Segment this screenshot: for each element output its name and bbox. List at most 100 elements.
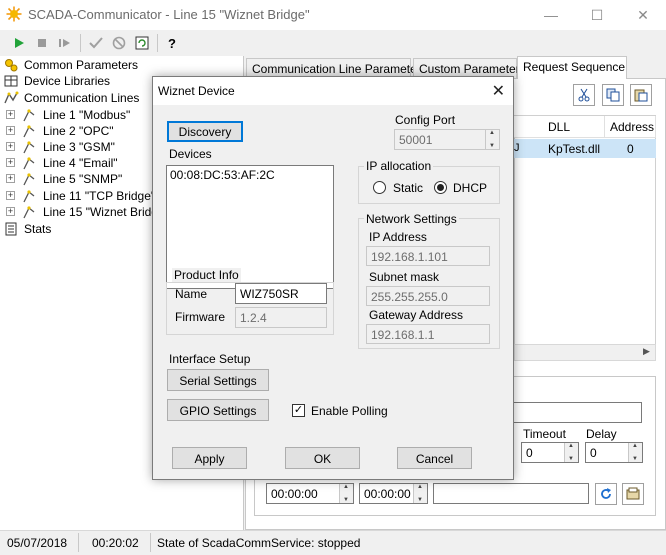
scissors-icon: [578, 88, 590, 102]
line-icon: [22, 156, 36, 170]
dialog-title: Wiznet Device: [158, 84, 235, 98]
status-separator: [78, 533, 79, 552]
apply-button[interactable]: Apply: [172, 447, 247, 469]
paste-icon: [634, 89, 648, 102]
start-time-input[interactable]: 00:00:00: [266, 483, 354, 504]
check-icon: [89, 37, 103, 49]
grid-cell-fragment: J: [514, 142, 520, 154]
subnet-mask-field: 255.255.255.0: [366, 286, 490, 306]
start-button[interactable]: [10, 34, 28, 52]
delay-label: Delay: [586, 427, 617, 441]
line-icon: [22, 189, 36, 203]
properties-icon: [626, 487, 640, 500]
grid-horizontal-scrollbar[interactable]: [514, 344, 656, 361]
start-time-spinner[interactable]: [339, 484, 353, 503]
config-port-label: Config Port: [395, 113, 456, 127]
timeout-input[interactable]: 0: [521, 442, 579, 463]
grid-cell-dll: KpTest.dll: [548, 142, 601, 156]
maximize-button[interactable]: ☐: [574, 0, 620, 30]
gpio-settings-button[interactable]: GPIO Settings: [167, 399, 269, 421]
name-label: Name: [175, 287, 208, 301]
ip-allocation-title: IP allocation: [364, 159, 434, 173]
end-time-spinner[interactable]: [413, 484, 427, 503]
expand-icon[interactable]: +: [6, 174, 15, 183]
expand-icon[interactable]: +: [6, 126, 15, 135]
enable-polling-label: Enable Polling: [311, 404, 388, 418]
grid-cell-address: 0: [627, 142, 634, 156]
expand-icon[interactable]: +: [6, 207, 15, 216]
app-sun-icon: [6, 6, 22, 22]
gears-icon: [4, 58, 18, 72]
subnet-mask-label: Subnet mask: [369, 270, 440, 284]
library-icon: [4, 74, 18, 88]
minimize-button[interactable]: —: [528, 0, 574, 30]
config-port-input[interactable]: 50001: [394, 129, 500, 150]
ok-button[interactable]: OK: [285, 447, 360, 469]
wiznet-device-dialog: Wiznet Device ✕ Discovery Devices 00:08:…: [152, 76, 514, 480]
tree-item-common-parameters[interactable]: Common Parameters: [0, 57, 244, 73]
line-icon: [22, 124, 36, 138]
firmware-label: Firmware: [175, 310, 225, 324]
config-port-spinner[interactable]: [485, 130, 499, 149]
interface-setup-label: Interface Setup: [169, 352, 251, 366]
request-name-field[interactable]: [510, 402, 642, 423]
refresh-button[interactable]: [133, 34, 151, 52]
devices-label: Devices: [169, 147, 212, 161]
dhcp-label: DHCP: [453, 181, 488, 195]
expand-icon[interactable]: +: [6, 158, 15, 167]
cut-button[interactable]: [573, 84, 595, 106]
toolbar-separator: [80, 34, 81, 52]
expand-icon[interactable]: +: [6, 191, 15, 200]
end-time-input[interactable]: 00:00:00: [359, 483, 428, 504]
toolbar-separator: [157, 34, 158, 52]
status-message: State of ScadaCommService: stopped: [157, 536, 361, 550]
line-icon: [22, 205, 36, 219]
tab-request-sequence[interactable]: Request Sequence: [517, 56, 627, 79]
grid-header-address: Address: [605, 116, 656, 138]
delay-input[interactable]: 0: [585, 442, 643, 463]
static-radio[interactable]: [373, 181, 386, 194]
apply-changes-button[interactable]: [87, 34, 105, 52]
timeout-label: Timeout: [523, 427, 566, 441]
dialog-close-button[interactable]: ✕: [492, 81, 505, 101]
product-info-title: Product Info: [172, 268, 241, 282]
gateway-field: 192.168.1.1: [366, 324, 490, 344]
refresh-icon: [135, 36, 149, 50]
serial-settings-button[interactable]: Serial Settings: [167, 369, 269, 391]
restart-button[interactable]: [56, 34, 74, 52]
scroll-right-icon[interactable]: ▶: [643, 346, 650, 357]
cancel-button[interactable]: Cancel: [397, 447, 472, 469]
stats-icon: [4, 222, 18, 236]
copy-icon: [606, 88, 620, 102]
tab-custom-parameters[interactable]: Custom Parameters: [413, 58, 526, 78]
paste-button[interactable]: [630, 84, 652, 106]
ip-address-label: IP Address: [369, 230, 427, 244]
delay-spinner[interactable]: [628, 443, 642, 462]
cancel-changes-button[interactable]: [110, 34, 128, 52]
reload-icon: [601, 488, 611, 499]
list-item[interactable]: 00:08:DC:53:AF:2C: [170, 168, 275, 182]
discovery-button[interactable]: Discovery: [167, 121, 243, 142]
dhcp-radio[interactable]: [434, 181, 447, 194]
step-icon: [59, 39, 70, 47]
line-icon: [22, 140, 36, 154]
expand-icon[interactable]: +: [6, 142, 15, 151]
command-field[interactable]: [433, 483, 589, 504]
reset-button[interactable]: [595, 483, 617, 505]
help-button[interactable]: ?: [163, 34, 181, 52]
tab-communication-line-parameters[interactable]: Communication Line Parameters: [246, 58, 427, 78]
copy-button[interactable]: [602, 84, 624, 106]
expand-icon[interactable]: +: [6, 110, 15, 119]
stop-button[interactable]: [33, 34, 51, 52]
name-field[interactable]: WIZ750SR: [235, 283, 327, 304]
timeout-spinner[interactable]: [564, 443, 578, 462]
network-settings-title: Network Settings: [364, 212, 459, 226]
properties-button[interactable]: [622, 483, 644, 505]
line-icon: [22, 108, 36, 122]
cancel-icon: [112, 36, 126, 50]
static-label: Static: [393, 181, 424, 195]
grid-header-dll: DLL: [514, 116, 605, 138]
lines-icon: [3, 91, 19, 105]
enable-polling-checkbox[interactable]: ✓: [292, 404, 305, 417]
close-window-button[interactable]: ✕: [620, 0, 666, 30]
